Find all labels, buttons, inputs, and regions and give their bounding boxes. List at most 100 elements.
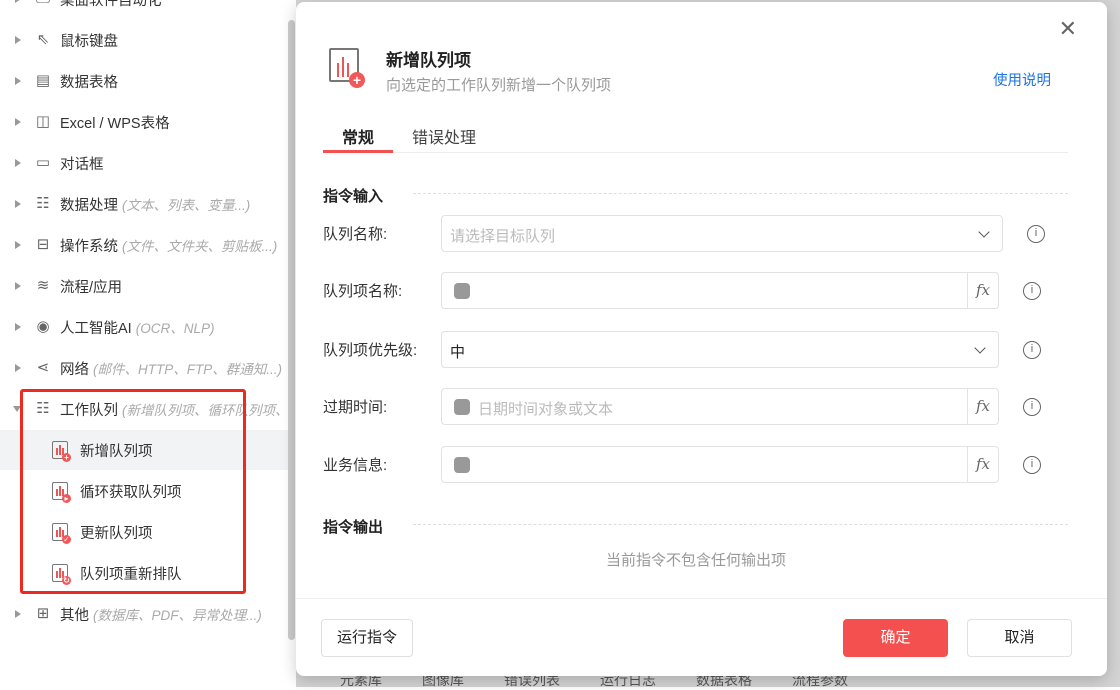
tab-error-handling[interactable]: 错误处理 <box>412 124 476 148</box>
caret-right-icon[interactable] <box>15 36 21 44</box>
field-label: 队列项优先级: <box>323 342 418 359</box>
cancel-button[interactable]: 取消 <box>967 619 1072 657</box>
dialog-subtitle: 向选定的工作队列新增一个队列项 <box>386 77 612 94</box>
field-label: 过期时间: <box>323 399 388 416</box>
item-label: 操作系统 <box>60 238 118 255</box>
item-label: 网络 <box>60 361 89 378</box>
select-value: 请选择目标队列 <box>450 228 556 245</box>
item-hint: (文件、文件夹、剪贴板...) <box>122 238 278 254</box>
sidebar-item[interactable]: ▤ 数据表格 <box>0 61 290 101</box>
item-label: 流程/应用 <box>60 279 123 296</box>
python-icon <box>454 283 470 299</box>
document-icon: ▤ <box>35 72 51 89</box>
caret-right-icon[interactable] <box>15 241 21 249</box>
sidebar-item-label: 操作系统 (文件、文件夹、剪贴板...) <box>60 235 277 256</box>
sidebar-item-label: 鼠标键盘 <box>60 30 122 51</box>
item-hint: (数据库、PDF、异常处理...) <box>93 607 262 623</box>
excel-icon: ◫ <box>35 113 51 130</box>
field-label: 业务信息: <box>323 457 388 474</box>
sidebar-item[interactable]: ≋ 流程/应用 <box>0 266 290 306</box>
fx-button[interactable]: fx <box>967 447 998 482</box>
sidebar-item[interactable]: ▭ 对话框 <box>0 143 290 183</box>
close-icon[interactable]: ✕ <box>1059 16 1077 42</box>
grid-icon: ⊞ <box>36 605 50 622</box>
output-section-title: 指令输出 <box>323 519 384 536</box>
dialog-icon: ▭ <box>35 154 51 171</box>
input-section-title: 指令输入 <box>323 188 384 205</box>
select-field[interactable]: 请选择目标队列 <box>441 215 1003 252</box>
sidebar-item[interactable]: ◉ 人工智能AI (OCR、NLP) <box>0 307 290 347</box>
sidebar-item[interactable]: ◫ Excel / WPS表格 <box>0 102 290 142</box>
help-link[interactable]: 使用说明 <box>993 69 1051 90</box>
item-hint: (OCR、NLP) <box>135 320 215 336</box>
item-label: 数据表格 <box>60 74 118 91</box>
sidebar-item[interactable]: ⇖ 鼠标键盘 <box>0 20 290 60</box>
item-label: 人工智能AI <box>60 320 132 337</box>
sidebar-item[interactable]: 🖵 桌面软件自动化 <box>0 0 290 19</box>
sidebar-item-label: 对话框 <box>60 153 108 174</box>
item-label: 其他 <box>60 607 89 624</box>
sidebar-item[interactable]: ⊟ 操作系统 (文件、文件夹、剪贴板...) <box>0 225 290 265</box>
item-hint: (文本、列表、变量...) <box>122 197 251 213</box>
highlight-box <box>20 389 246 594</box>
sidebar-scrollbar[interactable] <box>288 20 295 640</box>
sidebar-item-label: Excel / WPS表格 <box>60 112 174 133</box>
footer-divider <box>296 598 1107 599</box>
select-value: 中 <box>450 344 466 361</box>
caret-right-icon[interactable] <box>15 200 21 208</box>
sidebar-item-label: 其他 (数据库、PDF、异常处理...) <box>60 604 262 625</box>
expression-input[interactable]: fx <box>441 272 999 309</box>
python-icon <box>454 457 470 473</box>
item-label: 桌面软件自动化 <box>60 0 162 9</box>
add-queue-item-icon: + <box>329 48 365 88</box>
item-label: 数据处理 <box>60 197 118 214</box>
sidebar-item-label: 网络 (邮件、HTTP、FTP、群通知...) <box>60 358 282 379</box>
caret-right-icon[interactable] <box>15 0 21 3</box>
info-icon[interactable]: i <box>1023 282 1041 300</box>
caret-right-icon[interactable] <box>15 282 21 290</box>
fx-button[interactable]: fx <box>967 273 998 308</box>
item-label: 鼠标键盘 <box>60 33 118 50</box>
section-divider <box>413 524 1068 525</box>
placeholder: 日期时间对象或文本 <box>478 401 614 418</box>
field-label: 队列名称: <box>323 226 388 243</box>
sidebar-item[interactable]: ☷ 数据处理 (文本、列表、变量...) <box>0 184 290 224</box>
run-command-button[interactable]: 运行指令 <box>321 619 413 657</box>
tab-general[interactable]: 常规 <box>342 124 374 148</box>
python-icon <box>454 399 470 415</box>
caret-right-icon[interactable] <box>15 77 21 85</box>
fx-button[interactable]: fx <box>967 389 998 424</box>
caret-right-icon[interactable] <box>15 364 21 372</box>
item-hint: (邮件、HTTP、FTP、群通知...) <box>93 361 282 377</box>
sidebar-item-label: 数据表格 <box>60 71 122 92</box>
sidebar-item-label: 桌面软件自动化 <box>60 0 166 10</box>
info-icon[interactable]: i <box>1023 398 1041 416</box>
caret-right-icon[interactable] <box>15 610 21 618</box>
briefcase-icon: ⊟ <box>36 236 50 253</box>
confirm-button[interactable]: 确定 <box>843 619 948 657</box>
select-field[interactable]: 中 <box>441 331 999 368</box>
sidebar-item-label: 数据处理 (文本、列表、变量...) <box>60 194 250 215</box>
expression-input[interactable]: 日期时间对象或文本 fx <box>441 388 999 425</box>
ai-icon: ◉ <box>36 318 50 335</box>
dialog-title: 新增队列项 <box>386 51 471 70</box>
info-icon[interactable]: i <box>1023 341 1041 359</box>
sidebar-item[interactable]: ⋖ 网络 (邮件、HTTP、FTP、群通知...) <box>0 348 290 388</box>
sidebar-item-label: 人工智能AI (OCR、NLP) <box>60 317 214 338</box>
cursor-icon: ⇖ <box>36 31 50 48</box>
tab-divider <box>323 152 1068 153</box>
info-icon[interactable]: i <box>1023 456 1041 474</box>
data-processing-icon: ☷ <box>36 195 50 212</box>
chevron-down-icon[interactable] <box>978 226 990 238</box>
share-icon: ⋖ <box>36 359 50 376</box>
chevron-down-icon[interactable] <box>974 342 986 354</box>
active-tab-indicator <box>323 150 393 153</box>
expression-input[interactable]: fx <box>441 446 999 483</box>
monitor-icon: 🖵 <box>34 0 52 8</box>
info-icon[interactable]: i <box>1027 225 1045 243</box>
add-queue-item-dialog: ✕ + 新增队列项 向选定的工作队列新增一个队列项 使用说明 常规 错误处理 指… <box>296 2 1107 676</box>
caret-right-icon[interactable] <box>15 323 21 331</box>
caret-right-icon[interactable] <box>15 159 21 167</box>
sidebar-item[interactable]: ⊞ 其他 (数据库、PDF、异常处理...) <box>0 594 290 634</box>
caret-right-icon[interactable] <box>15 118 21 126</box>
